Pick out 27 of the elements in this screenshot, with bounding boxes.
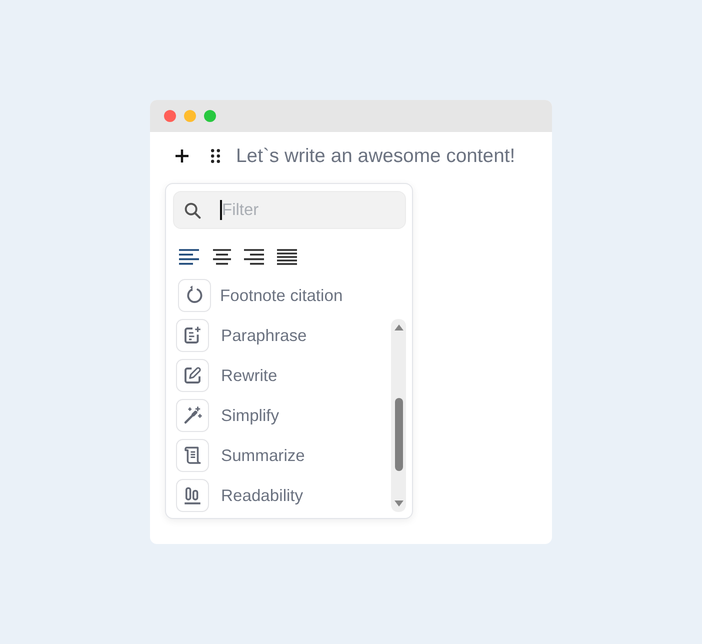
drag-handle-icon[interactable] xyxy=(211,149,220,163)
align-justify-icon[interactable] xyxy=(276,248,298,266)
plus-icon[interactable] xyxy=(175,149,189,163)
scrollbar-thumb[interactable] xyxy=(394,398,402,471)
menu-item[interactable]: Summarize xyxy=(176,439,391,472)
scroll-down-icon[interactable] xyxy=(394,500,404,507)
editor-input[interactable]: Let`s write an awesome content! xyxy=(236,144,536,168)
scroll-up-icon[interactable] xyxy=(394,324,404,331)
bars-baseline-icon xyxy=(176,479,209,512)
menu-item[interactable]: Simplify xyxy=(176,399,391,432)
menu-item[interactable]: Readability xyxy=(176,479,391,512)
square-pen-icon xyxy=(176,359,209,392)
menu-item[interactable]: Footnote citation xyxy=(173,279,406,312)
search-icon xyxy=(184,202,201,218)
zoom-button[interactable] xyxy=(204,110,216,122)
align-left-icon[interactable] xyxy=(178,248,200,266)
close-button[interactable] xyxy=(164,110,176,122)
menu-item[interactable]: Rewrite xyxy=(176,359,391,392)
align-right-icon[interactable] xyxy=(243,248,265,266)
align-center-icon[interactable] xyxy=(210,248,232,266)
search-field[interactable]: Filter xyxy=(173,191,406,229)
document-plus-icon xyxy=(176,319,209,352)
menu-item[interactable]: Paraphrase xyxy=(176,319,391,352)
magic-wand-icon xyxy=(176,399,209,432)
circle-arrow-one-icon xyxy=(178,279,211,312)
scroll-icon xyxy=(176,439,209,472)
scrollbar-track[interactable] xyxy=(391,319,406,512)
